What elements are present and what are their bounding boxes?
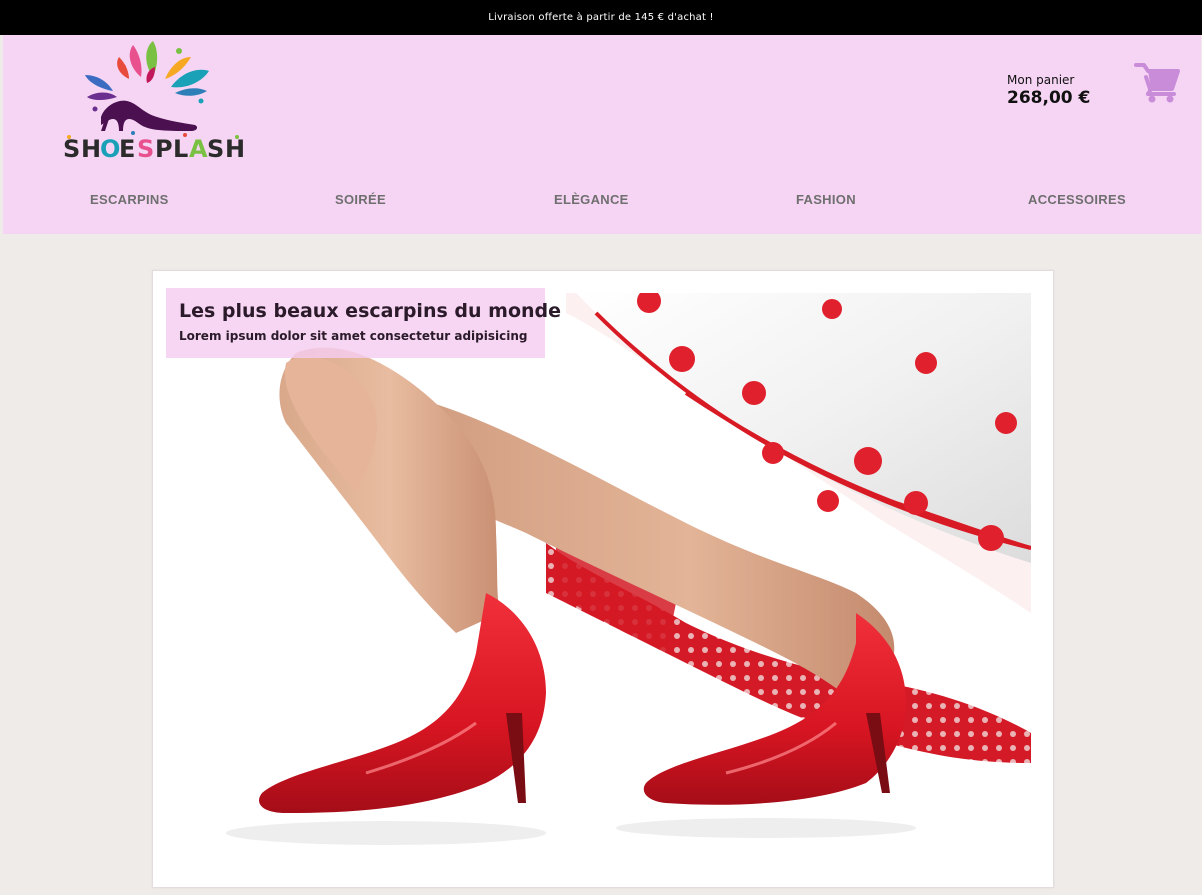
svg-text:O: O (100, 135, 120, 163)
hero-caption: Les plus beaux escarpins du monde Lorem … (166, 288, 561, 358)
svg-text:S: S (137, 135, 154, 163)
svg-text:S: S (63, 135, 80, 163)
svg-text:H: H (225, 135, 245, 163)
svg-text:H: H (81, 135, 101, 163)
nav-item-fashion[interactable]: FASHION (796, 192, 856, 207)
promo-bar: Livraison offerte à partir de 145 € d'ac… (0, 0, 1202, 35)
hero-image[interactable] (166, 289, 1032, 856)
nav-item-escarpins[interactable]: ESCARPINS (90, 192, 169, 207)
nav-item-elegance[interactable]: ELÈGANCE (554, 192, 629, 207)
shoesplash-logo[interactable]: S H O E S P L A S H (61, 39, 247, 163)
svg-text:S: S (207, 135, 224, 163)
cart-label: Mon panier (1007, 73, 1075, 87)
svg-text:P: P (155, 135, 173, 163)
shopping-cart-icon[interactable] (1134, 61, 1180, 103)
hero-title: Les plus beaux escarpins du monde (179, 300, 562, 322)
promo-text: Livraison offerte à partir de 145 € d'ac… (488, 12, 714, 23)
svg-text:E: E (119, 135, 135, 163)
main-nav: ESCARPINS SOIRÉE ELÈGANCE FASHION ACCESS… (3, 192, 1201, 212)
cart-total: 268,00 € (1007, 88, 1091, 108)
nav-item-soiree[interactable]: SOIRÉE (335, 192, 386, 207)
svg-text:A: A (189, 135, 208, 163)
nav-item-accessoires[interactable]: ACCESSOIRES (1028, 192, 1126, 207)
svg-text:L: L (173, 135, 188, 163)
site-header: S H O E S P L A S H Mon panier 268,00 € (3, 35, 1201, 234)
hero-subtitle: Lorem ipsum dolor sit amet consectetur a… (179, 329, 528, 343)
